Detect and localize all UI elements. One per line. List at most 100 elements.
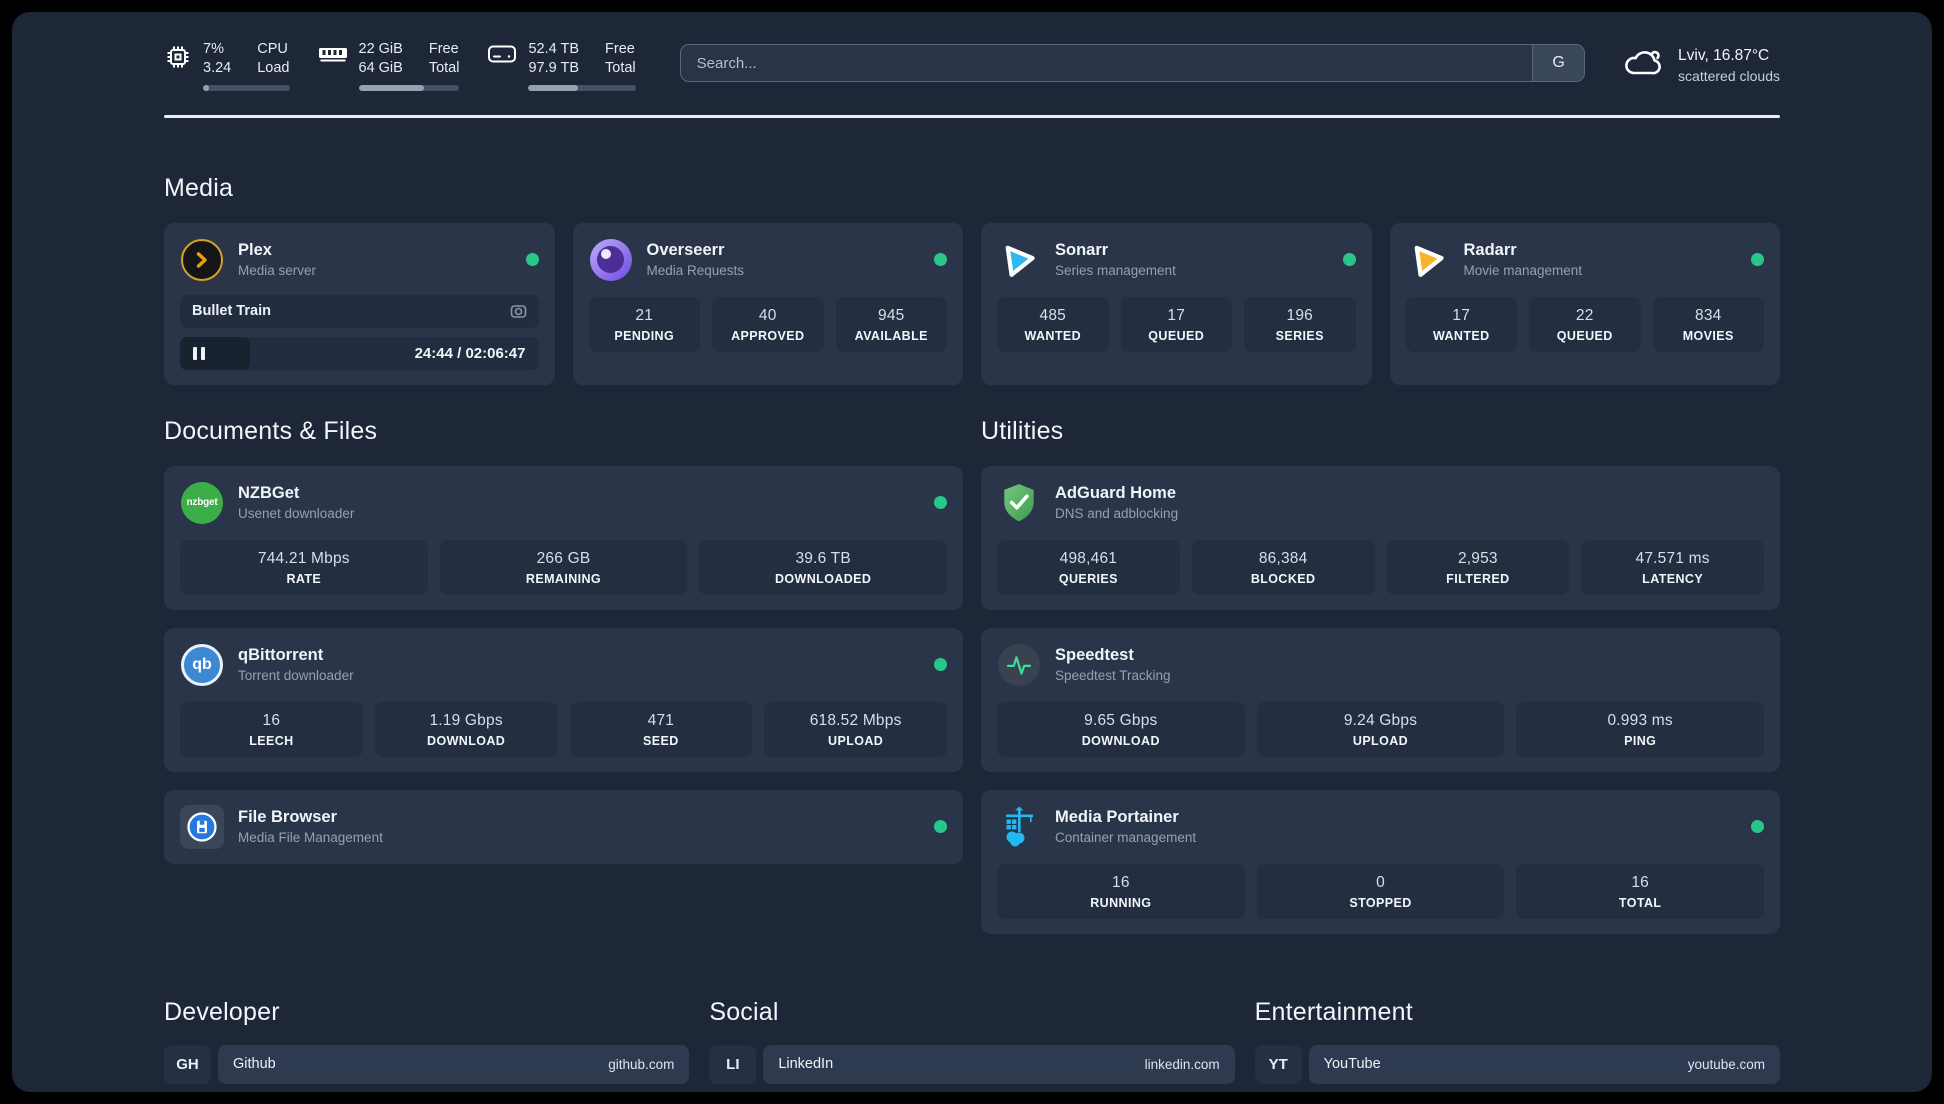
link-name: LinkedIn [778,1056,834,1073]
app-name: AdGuard Home [1055,484,1177,503]
link-tag: LI [709,1044,757,1084]
app-name: Media Portainer [1055,808,1179,827]
ram-total: 64 GiB [358,59,403,76]
status-dot [934,253,947,267]
cloud-icon [1621,46,1665,85]
app-card-speedtest[interactable]: Speedtest Speedtest Tracking 9.65 Gbps DO… [981,627,1780,772]
section-title-entertainment: Entertainment [1254,997,1413,1026]
disk-stat-widget: 52.4 TB 97.9 TB Free Total [487,40,636,91]
playback-time: 24:44 / 02:06:47 [414,344,526,362]
stat-box-latency: 47.571 ms LATENCY [1581,539,1764,595]
section-title-developer: Developer [164,997,280,1026]
stat-box-upload: 9.24 Gbps UPLOAD [1256,701,1505,757]
link-url: github.com [608,1056,675,1072]
app-subtitle: Container management [1055,830,1197,846]
stat-grid: 16 LEECH 1.19 Gbps DOWNLOAD 471 SEED 618.52… [180,701,947,757]
app-card-radarr[interactable]: Radarr Movie management 17 WANTED 22 QUEUE… [1389,222,1780,385]
qbittorrent-icon: qb [180,643,224,687]
ram-icon [318,43,348,65]
media-card-grid: Plex Media server Bullet Train 24:44 / 0… [164,222,1780,385]
disk-icon [487,43,517,65]
stat-box-download: 9.65 Gbps DOWNLOAD [997,701,1245,757]
disk-labels: Free Total [605,41,636,76]
stat-box-queued: 17 QUEUED [1120,296,1232,352]
app-name: Radarr [1463,241,1517,260]
app-card-nzbget[interactable]: nzbget NZBGet Usenet downloader 744.21 M… [164,465,963,610]
disk-progress-bar [528,84,636,91]
cpu-stat-widget: 7% 3.24 CPU Load [164,40,290,91]
app-card-portainer[interactable]: Media Portainer Container management 16 R… [981,789,1780,934]
app-subtitle: Series management [1055,263,1176,279]
disk-values: 52.4 TB 97.9 TB [528,40,579,78]
stat-box-downloaded: 39.6 TB DOWNLOADED [699,539,947,595]
now-playing-title: Bullet Train [192,303,271,320]
nzbget-icon: nzbget [180,481,224,525]
camera-icon[interactable] [510,303,527,320]
speedtest-icon [997,643,1041,687]
entertainment-section: Entertainment YT YouTubeyoutube.com NF N… [1254,997,1780,1092]
stat-box-stopped: 0 STOPPED [1256,863,1505,919]
app-subtitle: DNS and adblocking [1055,506,1179,522]
stat-box-wanted: 17 WANTED [1405,296,1517,352]
stat-grid: 21 PENDING 40 APPROVED 945 AVAILABLE [588,296,947,352]
link-name: YouTube [1323,1056,1381,1073]
app-card-sonarr[interactable]: Sonarr Series management 485 WANTED 17 QUE… [981,222,1372,385]
cpu-icon [164,43,192,71]
screen-frame: 7% 3.24 CPU Load 22 GiB 64 GiB Free Tota… [0,0,1944,1104]
documents-column: Documents & Files nzbget NZBGet Usenet d… [164,417,963,934]
weather-location-temp: Lviv, 16.87°C [1678,46,1770,64]
developer-section: Developer GH Githubgithub.com SO StackOv… [164,997,690,1092]
cpu-labels: CPU Load [257,41,290,76]
now-playing-row: Bullet Train [180,294,539,328]
status-dot [1751,820,1764,834]
search-bar[interactable]: G [679,44,1586,82]
portainer-icon [997,805,1041,849]
link-tag: YT [1254,1044,1302,1084]
header-divider [164,114,1780,118]
stat-box-leech: 16 LEECH [180,701,363,757]
app-card-adguard[interactable]: AdGuard Home DNS and adblocking 498,461 Q… [981,465,1780,610]
app-name: Overseerr [646,241,725,260]
app-card-filebrowser[interactable]: File Browser Media File Management [164,789,963,864]
stat-box-movies: 834 MOVIES [1652,296,1764,352]
app-card-plex[interactable]: Plex Media server Bullet Train 24:44 / 0… [164,222,555,385]
search-input[interactable] [680,45,1533,81]
stat-box-pending: 21 PENDING [588,296,700,352]
status-dot [934,658,947,672]
cpu-load: 3.24 [203,59,232,76]
ram-values: 22 GiB 64 GiB [359,40,403,78]
link-row-youtube[interactable]: YT YouTube youtube.com [1254,1044,1780,1084]
stat-box-seed: 471 SEED [569,701,753,757]
ram-progress-bar [358,84,460,91]
stat-box-total: 16 TOTAL [1516,863,1764,919]
stat-box-filtered: 2,953 FILTERED [1386,539,1570,595]
playback-progress-bar[interactable]: 24:44 / 02:06:47 [180,336,539,370]
playback-played-fill [180,336,250,370]
app-name: Sonarr [1055,241,1109,260]
cpu-values: 7% 3.24 [203,40,231,78]
app-name: Speedtest [1055,646,1134,665]
stat-grid: 744.21 Mbps RATE 266 GB REMAINING 39.6 TB D… [180,539,947,595]
section-title-documents: Documents & Files [164,416,378,445]
link-row-github[interactable]: GH Github github.com [164,1044,690,1084]
weather-condition: scattered clouds [1678,67,1780,84]
section-title-media: Media [164,173,234,202]
section-title-utilities: Utilities [981,416,1064,445]
app-subtitle: Usenet downloader [238,506,355,522]
section-title-social: Social [709,997,779,1026]
stat-box-wanted: 485 WANTED [997,296,1109,352]
cpu-progress-bar [203,84,290,91]
overseerr-icon [589,238,633,282]
stat-grid: 16 RUNNING 0 STOPPED 16 TOTAL [997,863,1764,919]
utilities-column: Utilities AdGuard Home DNS and adblockin… [981,417,1780,934]
link-row-linkedin[interactable]: LI LinkedIn linkedin.com [709,1044,1235,1084]
radarr-icon [1406,238,1450,282]
app-card-qbittorrent[interactable]: qb qBittorrent Torrent downloader 16 LEEC… [164,627,963,772]
status-dot [525,253,539,267]
search-engine-button[interactable]: G [1532,45,1585,81]
pause-icon[interactable] [193,346,205,360]
stat-grid: 17 WANTED 22 QUEUED 834 MOVIES [1405,296,1764,352]
app-card-overseerr[interactable]: Overseerr Media Requests 21 PENDING 40 APP… [572,222,963,385]
sonarr-icon [997,238,1041,282]
app-subtitle: Torrent downloader [238,668,354,684]
